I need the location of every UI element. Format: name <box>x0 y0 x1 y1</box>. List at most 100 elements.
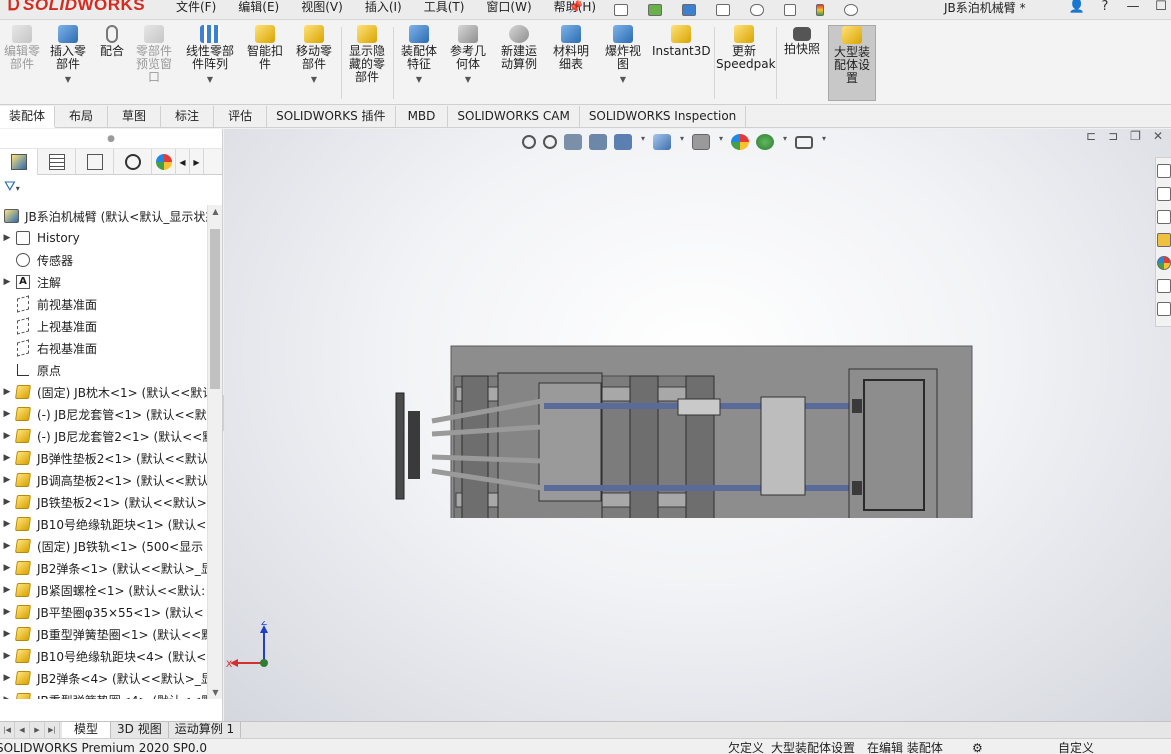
viewport-close-icon[interactable]: ✕ <box>1153 129 1163 143</box>
options-gear-icon[interactable] <box>844 4 858 16</box>
zoom-to-area-icon[interactable] <box>543 135 557 149</box>
scrollbar-thumb[interactable] <box>210 229 220 389</box>
update-speedpak-button[interactable]: 更新 Speedpak <box>716 25 776 71</box>
user-icon[interactable]: 👤 <box>1067 0 1087 14</box>
dropdown-arrow-icon[interactable]: ▼ <box>397 73 441 86</box>
tab-mbd[interactable]: MBD <box>396 106 449 128</box>
expand-arrow-icon[interactable]: ▶ <box>0 387 14 397</box>
tab-motion-study[interactable]: 运动算例 1 <box>169 722 242 738</box>
show-hidden-components-button[interactable]: 显示隐 藏的零 部件 <box>345 25 389 84</box>
rod-end-bottom[interactable] <box>852 481 862 495</box>
tab-cam[interactable]: SOLIDWORKS CAM <box>448 106 580 128</box>
cylinder-sleeve-top[interactable] <box>677 398 721 416</box>
bill-of-materials-button[interactable]: 材料明 细表 <box>549 25 593 71</box>
tree-item[interactable]: ▶ JB调高垫板2<1> (默认<<默认 <box>0 469 207 491</box>
gripper-joints[interactable] <box>408 411 420 479</box>
expand-arrow-icon[interactable]: ▶ <box>0 409 14 419</box>
tree-item[interactable]: ▶ JB2弹条<1> (默认<<默认>_显 <box>0 557 207 579</box>
tree-item[interactable]: ▶ JB平垫圈φ35×55<1> (默认< <box>0 601 207 623</box>
menu-tools[interactable]: 工具(T) <box>424 0 465 15</box>
move-component-button[interactable]: 移动零 部件 ▼ <box>292 25 336 86</box>
save-icon[interactable] <box>682 4 696 16</box>
tab-inspection[interactable]: SOLIDWORKS Inspection <box>580 106 747 128</box>
new-motion-study-button[interactable]: 新建运 动算例 <box>497 25 541 71</box>
tab-3d-views[interactable]: 3D 视图 <box>111 722 169 738</box>
expand-arrow-icon[interactable]: ▶ <box>0 673 14 683</box>
dimxpert-tab[interactable] <box>114 149 152 175</box>
section-view-icon[interactable] <box>589 134 607 150</box>
smart-fasteners-button[interactable]: 智能扣 件 <box>244 25 286 71</box>
tree-item[interactable]: ▶ JB10号绝缘轨距块<1> (默认< <box>0 513 207 535</box>
print-icon[interactable] <box>716 4 730 16</box>
rod-end-top[interactable] <box>852 399 862 413</box>
insert-components-button[interactable]: 插入零 部件 ▼ <box>46 25 90 86</box>
tree-item[interactable]: ▶ (-) JB尼龙套管<1> (默认<<默 <box>0 403 207 425</box>
view-settings-monitor-icon[interactable] <box>795 135 813 149</box>
expand-arrow-icon[interactable]: ▶ <box>0 475 14 485</box>
tree-scrollbar[interactable]: ▲ ▼ <box>207 205 222 699</box>
center-cylinder[interactable] <box>760 396 806 496</box>
select-icon[interactable] <box>784 4 796 16</box>
expand-arrow-icon[interactable]: ▶ <box>0 277 14 287</box>
expand-arrow-icon[interactable]: ▶ <box>0 629 14 639</box>
large-assembly-settings-button[interactable]: 大型装 配体设 置 <box>828 25 876 101</box>
robot-arm-model[interactable] <box>394 343 974 518</box>
apply-scene-icon[interactable] <box>756 134 774 150</box>
linear-pattern-button[interactable]: 线性零部 件阵列 ▼ <box>180 25 240 86</box>
tree-item[interactable]: ▶ History <box>0 227 207 249</box>
tree-item[interactable]: ▶ (-) JB尼龙套管2<1> (默认<<默 <box>0 425 207 447</box>
dropdown-arrow-icon[interactable]: ▼ <box>600 73 646 86</box>
display-style-icon[interactable] <box>692 134 710 150</box>
tree-item[interactable]: ▶ (固定) JB铁轨<1> (500<显示 <box>0 535 207 557</box>
viewport-next-icon[interactable]: ⊐ <box>1108 129 1118 143</box>
tree-item[interactable]: ▶ JB弹性垫板2<1> (默认<<默认 <box>0 447 207 469</box>
expand-arrow-icon[interactable]: ▶ <box>0 497 14 507</box>
open-icon[interactable] <box>648 4 662 16</box>
tie-plate-1[interactable] <box>461 375 489 518</box>
expand-arrow-icon[interactable]: ▶ <box>0 233 14 243</box>
graphics-viewport[interactable]: ▾ ▾ ▾ ▾ ▾ ⊏ ⊐ ❐ ✕ Z X <box>224 129 1171 721</box>
viewport-restore-icon[interactable]: ❐ <box>1130 129 1141 143</box>
view-palette-icon[interactable] <box>1157 233 1171 247</box>
file-explorer-icon[interactable] <box>1157 210 1171 224</box>
tab-addins[interactable]: SOLIDWORKS 插件 <box>267 106 396 128</box>
configuration-manager-tab[interactable] <box>76 149 114 175</box>
property-manager-tab[interactable] <box>38 149 76 175</box>
tree-item[interactable]: 原点 <box>0 359 207 381</box>
dropdown-arrow-icon[interactable]: ▾ <box>639 134 647 150</box>
tab-markup[interactable]: 标注 <box>161 106 215 128</box>
dropdown-arrow-icon[interactable]: ▾ <box>678 134 686 150</box>
tree-item[interactable]: ▶ JB铁垫板2<1> (默认<<默认> <box>0 491 207 513</box>
previous-view-icon[interactable] <box>564 134 582 150</box>
dropdown-arrow-icon[interactable]: ▼ <box>445 73 491 86</box>
expand-arrow-icon[interactable]: ▶ <box>0 651 14 661</box>
expand-arrow-icon[interactable]: ▶ <box>0 453 14 463</box>
zoom-to-fit-icon[interactable] <box>522 135 536 149</box>
forum-icon[interactable] <box>1157 302 1171 316</box>
tree-root-assembly[interactable]: JB系泊机械臂 (默认<默认_显示状态 <box>0 205 207 227</box>
status-large-assembly[interactable]: 大型装配体设置 <box>771 741 855 754</box>
tree-item[interactable]: ▶ JB紧固螺栓<1> (默认<<默认: <box>0 579 207 601</box>
tree-item[interactable]: 右视基准面 <box>0 337 207 359</box>
pin-icon[interactable]: 📌 <box>568 0 583 14</box>
viewport-prev-icon[interactable]: ⊏ <box>1086 129 1096 143</box>
status-units[interactable]: 自定义 <box>1058 741 1094 754</box>
dynamic-annotation-icon[interactable] <box>614 134 632 150</box>
dropdown-arrow-icon[interactable]: ▼ <box>292 73 336 86</box>
edit-appearance-icon[interactable] <box>731 134 749 150</box>
next-tab-icon[interactable]: ▶ <box>30 722 45 738</box>
tab-layout[interactable]: 布局 <box>55 106 109 128</box>
tie-plate-3[interactable] <box>685 375 715 518</box>
maximize-button[interactable]: ☐ <box>1151 0 1171 14</box>
rebuild-icon[interactable] <box>816 4 824 16</box>
tab-model[interactable]: 模型 <box>62 722 112 738</box>
dropdown-arrow-icon[interactable]: ▾ <box>717 134 725 150</box>
expand-arrow-icon[interactable]: ▶ <box>0 541 14 551</box>
expand-arrow-icon[interactable]: ▶ <box>0 519 14 529</box>
custom-properties-icon[interactable] <box>1157 279 1171 293</box>
undo-icon[interactable] <box>750 4 764 16</box>
tab-assembly[interactable]: 装配体 <box>0 106 56 128</box>
gripper-plate[interactable] <box>395 392 405 500</box>
last-tab-icon[interactable]: ▶| <box>45 722 60 738</box>
first-tab-icon[interactable]: |◀ <box>0 722 15 738</box>
